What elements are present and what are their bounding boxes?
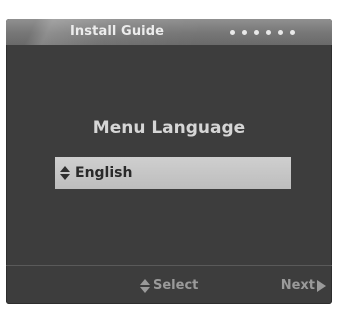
next-label: Next: [280, 278, 315, 293]
window-title: Install Guide: [70, 24, 165, 39]
next-button[interactable]: Next: [281, 278, 326, 293]
screen-frame: Install Guide Menu Language English Sele…: [0, 0, 339, 309]
footer-divider: [6, 265, 332, 266]
title-bar: Install Guide: [6, 19, 332, 45]
progress-dot: [278, 30, 283, 35]
language-selector[interactable]: English: [55, 157, 291, 189]
progress-dot: [290, 30, 295, 35]
step-progress-dots: [230, 30, 295, 35]
install-guide-window: Install Guide Menu Language English Sele…: [6, 19, 332, 304]
progress-dot: [266, 30, 271, 35]
up-down-arrows-icon: [60, 166, 70, 180]
select-label: Select: [153, 278, 199, 293]
progress-dot: [242, 30, 247, 35]
page-title: Menu Language: [92, 118, 246, 138]
progress-dot: [230, 30, 235, 35]
play-right-icon: [317, 279, 326, 292]
select-hint-button[interactable]: Select: [140, 278, 198, 293]
language-value: English: [75, 165, 133, 181]
up-down-arrows-icon: [140, 278, 150, 293]
progress-dot: [254, 30, 259, 35]
